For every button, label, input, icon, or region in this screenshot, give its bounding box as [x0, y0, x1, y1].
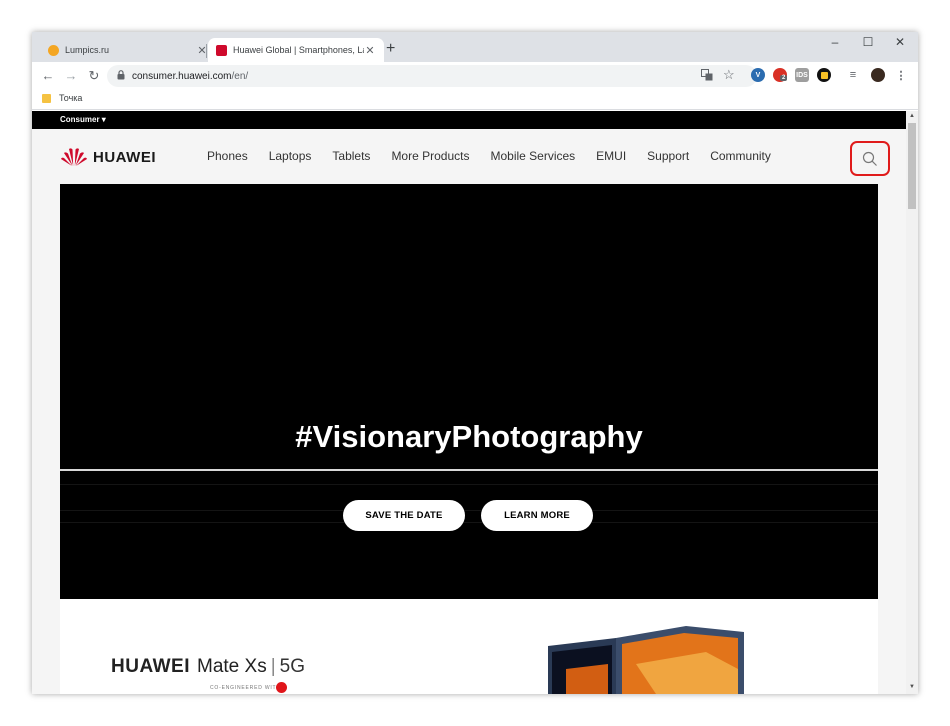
site-topbar: Consumer ▾: [32, 111, 906, 129]
url-host: consumer.huawei.com: [132, 70, 232, 82]
ext-yellow-icon[interactable]: [817, 68, 831, 82]
tab-huawei[interactable]: Huawei Global | Smartphones, La ✕: [208, 38, 384, 62]
profile-avatar-icon[interactable]: [871, 68, 885, 82]
scroll-thumb[interactable]: [908, 123, 916, 209]
chevron-down-icon: ▾: [101, 115, 106, 124]
hero-streak: [60, 522, 878, 523]
tab-lumpics[interactable]: Lumpics.ru ✕: [40, 38, 216, 62]
nav-item-more-products[interactable]: More Products: [391, 149, 469, 163]
co-engineered-tagline: CO-ENGINEERED WITH: [210, 685, 281, 691]
hero-streak: [60, 510, 878, 511]
hero-banner: #VisionaryPhotography SAVE THE DATE LEAR…: [60, 184, 878, 599]
hero-title: #VisionaryPhotography: [295, 419, 643, 454]
main-nav: Phones Laptops Tablets More Products Mob…: [207, 149, 792, 163]
product-section: HUAWEI Mate Xs | 5G CO-ENGINEERED WITH: [60, 599, 878, 694]
logo-text: HUAWEI: [93, 148, 156, 166]
maximize-button[interactable]: ☐: [853, 35, 883, 49]
product-title[interactable]: HUAWEI Mate Xs | 5G: [111, 656, 305, 678]
hero-divider: [60, 469, 878, 471]
nav-item-community[interactable]: Community: [710, 149, 771, 163]
tab-strip: Lumpics.ru ✕ Huawei Global | Smartphones…: [32, 32, 918, 62]
consumer-label: Consumer: [60, 115, 100, 124]
back-button[interactable]: ←: [39, 67, 57, 85]
bookmark-label: Точка: [59, 93, 83, 103]
folder-icon: [42, 93, 51, 103]
url-path: /en/: [231, 70, 249, 82]
minimize-button[interactable]: –: [820, 35, 850, 49]
media-icon[interactable]: ≡: [846, 68, 860, 82]
browser-window: Lumpics.ru ✕ Huawei Global | Smartphones…: [32, 32, 918, 694]
menu-dots-icon[interactable]: ⋮: [894, 68, 908, 82]
tab-title: Lumpics.ru: [65, 45, 110, 55]
star-icon[interactable]: ☆: [723, 67, 735, 83]
forward-button[interactable]: →: [62, 67, 80, 85]
leica-logo-icon: [276, 682, 287, 693]
lumpics-favicon-icon: [48, 44, 59, 56]
address-bar[interactable]: consumer.huawei.com/en/ ☆: [107, 65, 757, 87]
huawei-flower-icon: [61, 148, 87, 166]
nav-item-mobile-services[interactable]: Mobile Services: [490, 149, 575, 163]
huawei-favicon-icon: [216, 44, 227, 56]
site-header: HUAWEI Phones Laptops Tablets More Produ…: [32, 129, 906, 184]
title-separator: |: [270, 656, 276, 677]
translate-icon[interactable]: [701, 69, 713, 84]
bookmark-tochka[interactable]: Точка: [42, 93, 82, 103]
page-scrollbar[interactable]: ▲ ▼: [906, 111, 918, 694]
lock-icon: [117, 70, 125, 82]
search-button[interactable]: [850, 141, 890, 176]
huawei-logo[interactable]: HUAWEI: [60, 147, 156, 167]
close-tab-icon[interactable]: ✕: [364, 44, 376, 57]
save-the-date-button[interactable]: SAVE THE DATE: [343, 500, 465, 531]
hero-streak: [60, 484, 878, 485]
ext-gray-icon[interactable]: IDS: [795, 68, 809, 82]
nav-item-support[interactable]: Support: [647, 149, 689, 163]
tab-divider: [206, 44, 207, 58]
nav-item-phones[interactable]: Phones: [207, 149, 248, 163]
nav-item-emui[interactable]: EMUI: [596, 149, 626, 163]
product-brand: HUAWEI: [111, 656, 190, 677]
close-window-button[interactable]: ✕: [885, 35, 915, 49]
scroll-up-icon[interactable]: ▲: [906, 113, 918, 119]
reload-button[interactable]: ↻: [85, 67, 103, 85]
scroll-down-icon[interactable]: ▼: [906, 684, 918, 690]
tab-title: Huawei Global | Smartphones, La: [233, 45, 364, 55]
product-suffix: 5G: [279, 656, 305, 677]
learn-more-button[interactable]: LEARN MORE: [481, 500, 593, 531]
search-icon: [862, 151, 877, 166]
nav-item-laptops[interactable]: Laptops: [269, 149, 312, 163]
product-model: Mate Xs: [197, 656, 267, 677]
bookmarks-bar: Точка: [32, 90, 918, 110]
consumer-dropdown[interactable]: Consumer ▾: [60, 115, 106, 124]
new-tab-button[interactable]: +: [386, 41, 395, 57]
adblock-badge: 2: [780, 75, 788, 81]
ext-yellow-shield-icon: [820, 71, 828, 79]
vpn-extension-icon[interactable]: V: [751, 68, 765, 82]
page-viewport: Consumer ▾ HUAWEI Phones Laptops Tablets…: [32, 111, 906, 694]
nav-item-tablets[interactable]: Tablets: [332, 149, 370, 163]
foldable-phone-image[interactable]: [516, 624, 746, 694]
adblock-extension-icon[interactable]: 2: [773, 68, 788, 82]
